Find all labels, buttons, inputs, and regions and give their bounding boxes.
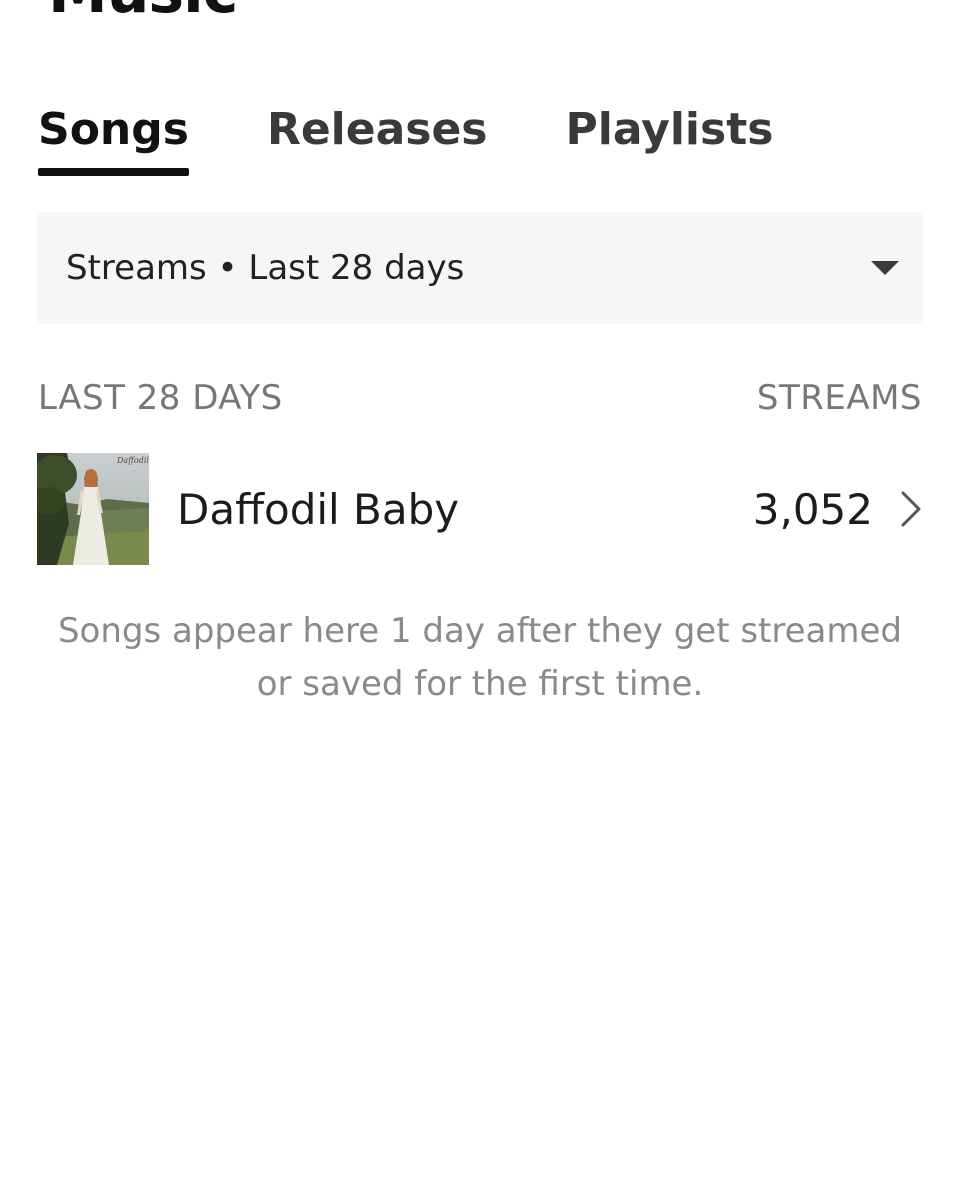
song-row[interactable]: Daffodil Baby Daffodil Baby 3,052 bbox=[37, 453, 923, 565]
dropdown-selected-value: Streams • Last 28 days bbox=[66, 248, 465, 288]
chevron-right-icon bbox=[901, 491, 921, 527]
list-header: LAST 28 DAYS STREAMS bbox=[38, 378, 922, 418]
caret-down-icon bbox=[871, 261, 899, 275]
tab-bar: Songs Releases Playlists bbox=[38, 100, 851, 176]
empty-state-hint: Songs appear here 1 day after they get s… bbox=[40, 605, 920, 711]
music-page: Music Songs Releases Playlists Streams •… bbox=[0, 0, 960, 1200]
tab-releases[interactable]: Releases bbox=[267, 100, 488, 176]
tab-songs[interactable]: Songs bbox=[38, 100, 189, 176]
cover-text: Daffodil Baby bbox=[116, 456, 149, 465]
hint-line-2: or saved for the first time. bbox=[256, 664, 704, 704]
song-stream-count: 3,052 bbox=[752, 484, 873, 534]
song-title: Daffodil Baby bbox=[177, 484, 460, 534]
period-column-header: LAST 28 DAYS bbox=[38, 378, 283, 418]
metric-period-dropdown[interactable]: Streams • Last 28 days bbox=[37, 212, 923, 324]
hint-line-1: Songs appear here 1 day after they get s… bbox=[57, 611, 903, 651]
album-cover-image: Daffodil Baby bbox=[37, 453, 149, 565]
streams-column-header: STREAMS bbox=[756, 378, 922, 418]
tab-playlists[interactable]: Playlists bbox=[566, 100, 774, 176]
page-title: Music bbox=[48, 0, 238, 22]
